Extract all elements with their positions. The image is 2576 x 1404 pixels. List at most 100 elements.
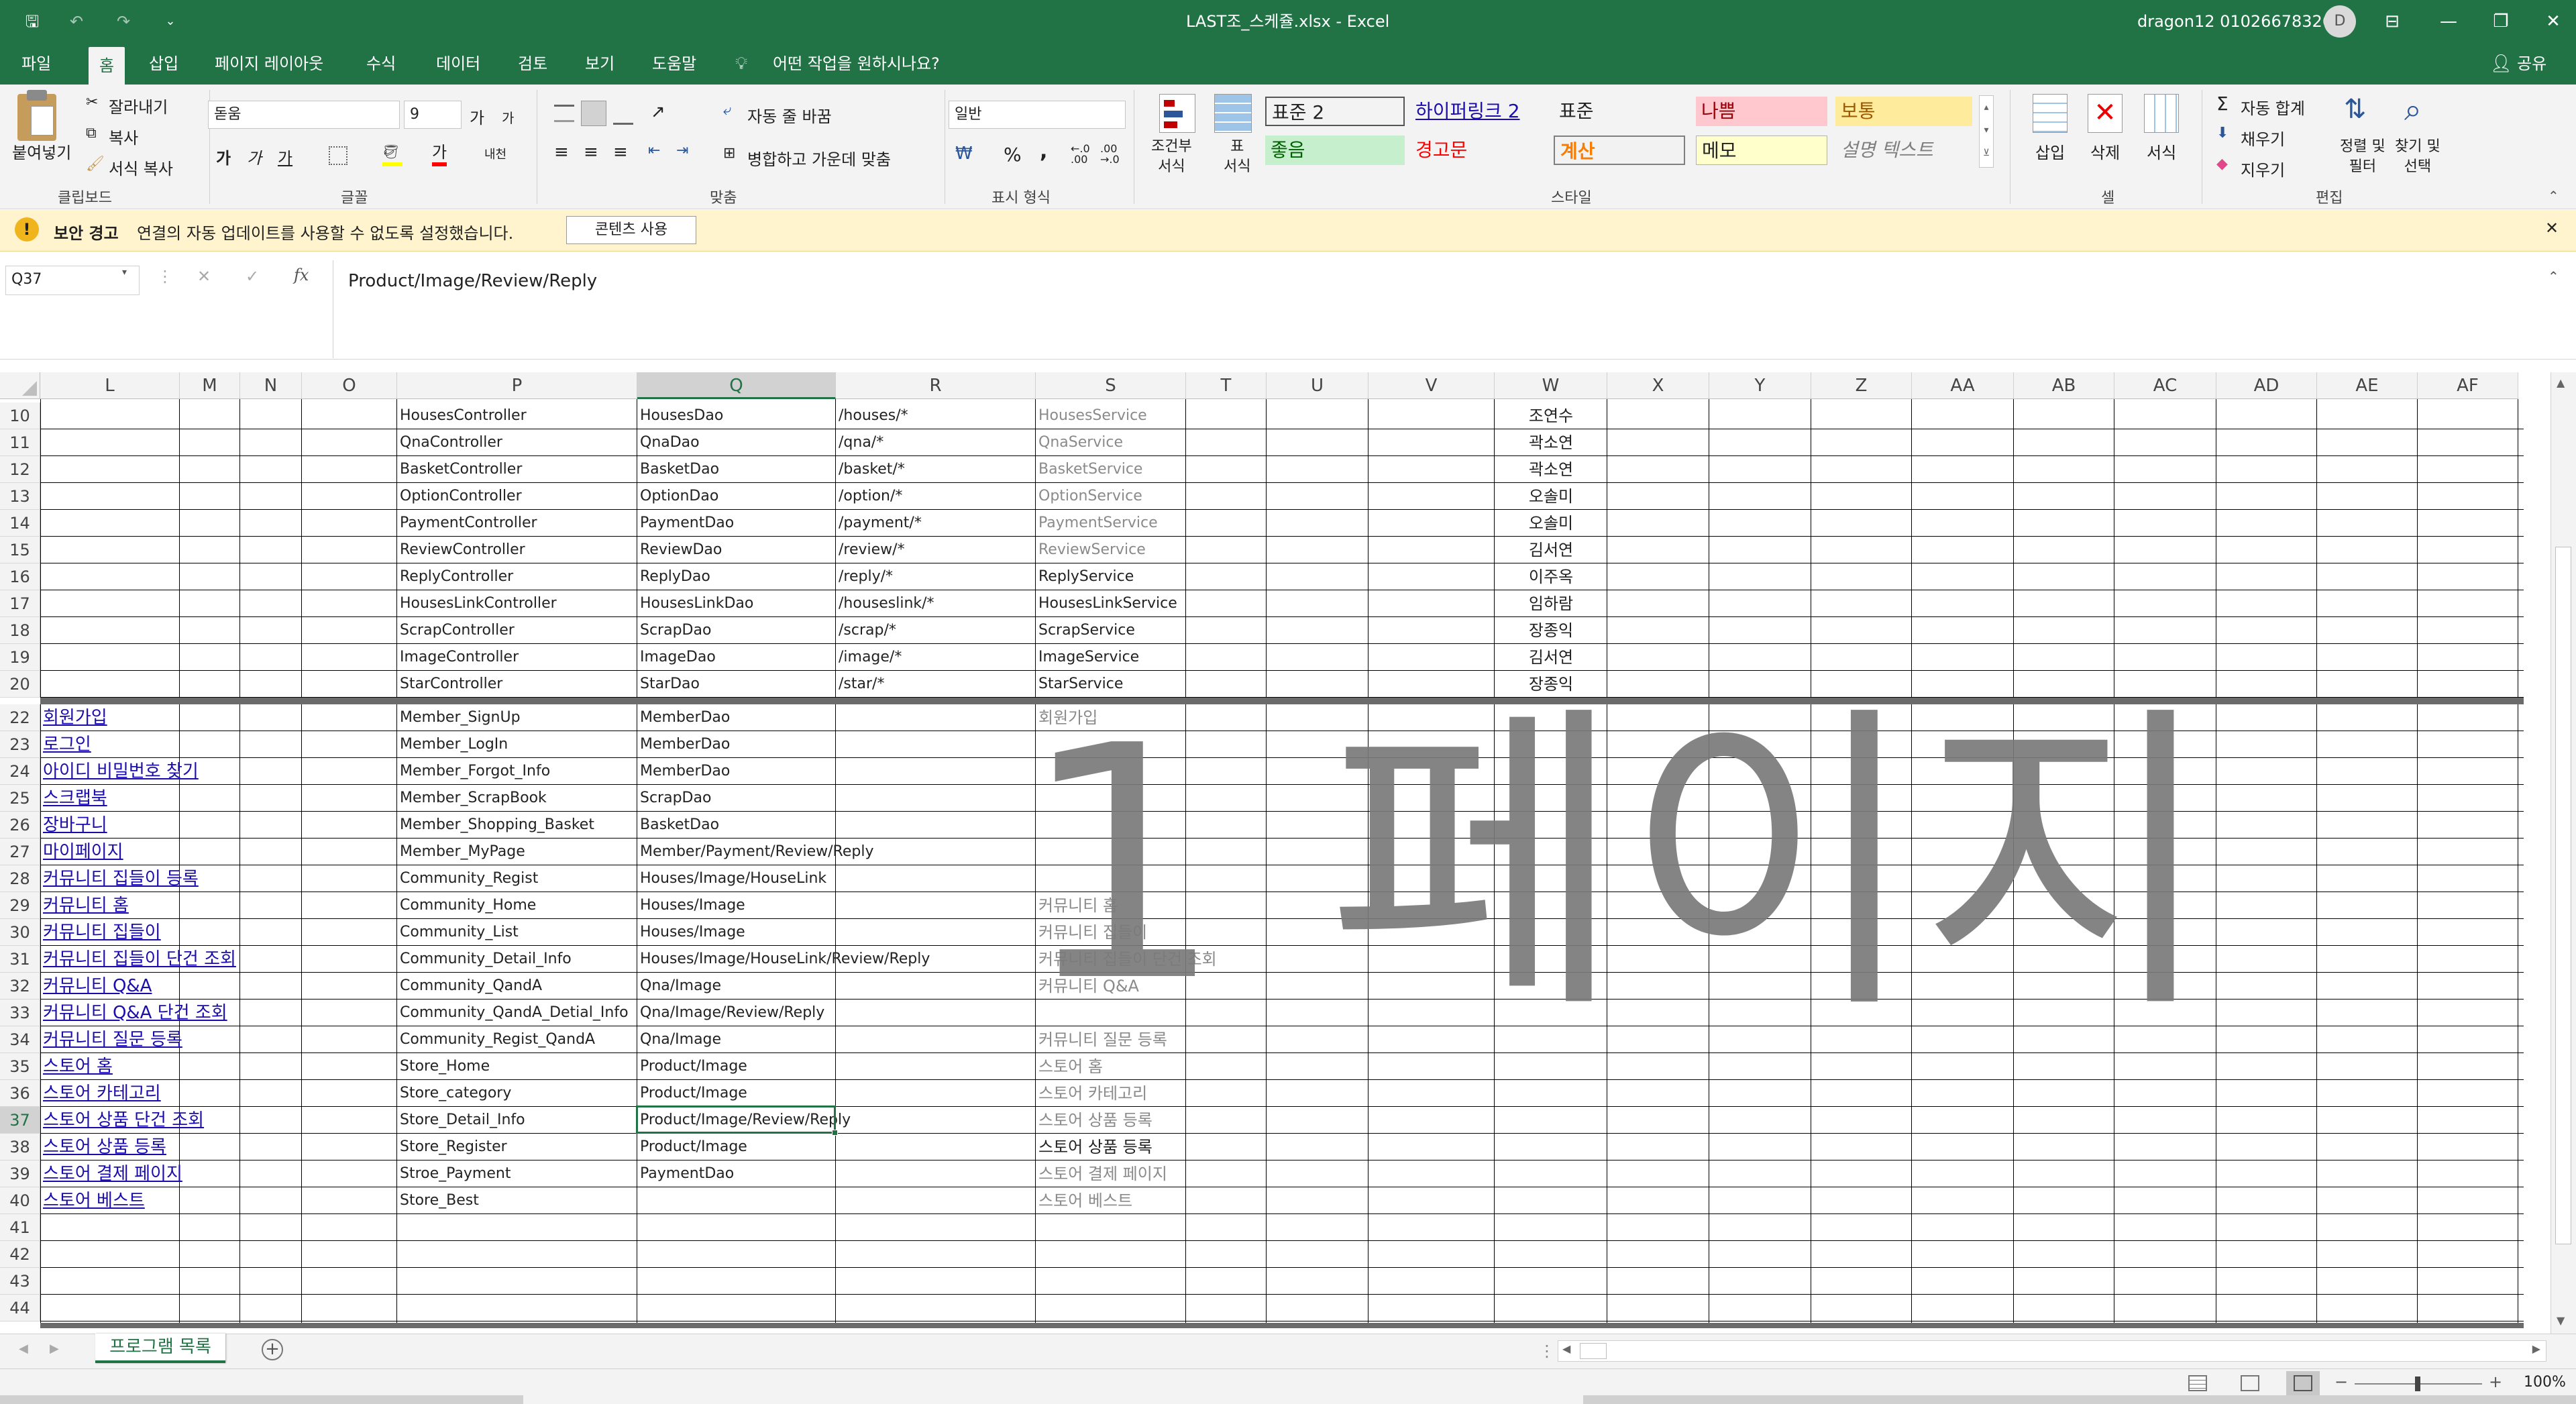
cell-w[interactable]: 김서연: [1497, 644, 1605, 671]
cell-p[interactable]: HousesLinkController: [400, 590, 557, 617]
sheet-tab-program-list[interactable]: 프로그램 목록: [95, 1334, 225, 1363]
cell-p[interactable]: ImageController: [400, 644, 519, 671]
cell-p[interactable]: Community_QandA: [400, 973, 542, 1000]
cell-q[interactable]: Qna/Image: [640, 1026, 721, 1053]
column-header[interactable]: Q: [637, 372, 836, 399]
column-header[interactable]: O: [302, 372, 397, 399]
hyperlink-cell[interactable]: 스토어 홈: [43, 1053, 113, 1080]
user-name[interactable]: dragon12 01026678326: [2137, 0, 2332, 43]
format-table-icon[interactable]: [1214, 94, 1252, 133]
cell-s[interactable]: BasketService: [1038, 456, 1142, 483]
conditional-format-button[interactable]: 조건부 서식: [1151, 137, 1192, 177]
tell-me-search[interactable]: 어떤 작업을 원하시나요?: [762, 43, 951, 85]
cell-p[interactable]: Community_Home: [400, 892, 536, 919]
cell-r[interactable]: /image/*: [839, 644, 902, 671]
format-table-button[interactable]: 표 서식: [1224, 137, 1250, 177]
cell-q[interactable]: PaymentDao: [640, 510, 734, 537]
search-icon[interactable]: ⌕: [2404, 91, 2422, 129]
hyperlink-cell[interactable]: 회원가입: [43, 704, 107, 731]
align-middle-icon[interactable]: [581, 101, 606, 126]
format-cells-button[interactable]: 서식: [2147, 140, 2176, 163]
cell-q[interactable]: Qna/Image: [640, 973, 721, 1000]
cell-q[interactable]: Houses/Image: [640, 919, 745, 946]
format-cells-icon[interactable]: [2144, 94, 2179, 133]
select-all-corner[interactable]: [0, 372, 40, 399]
redo-icon[interactable]: ↷: [111, 9, 136, 34]
merge-center-button[interactable]: 병합하고 가운데 맞춤: [747, 146, 891, 170]
cancel-icon[interactable]: ✕: [197, 267, 211, 286]
font-name-select[interactable]: 돋움: [208, 101, 400, 129]
clear-icon[interactable]: ◆: [2216, 156, 2228, 172]
zoom-level[interactable]: 100%: [2524, 1374, 2566, 1391]
row-header[interactable]: 38: [0, 1134, 40, 1160]
customize-qat-icon[interactable]: ⌄: [158, 9, 182, 34]
enable-content-button[interactable]: 콘텐츠 사용: [566, 216, 696, 244]
cell-s[interactable]: PaymentService: [1038, 510, 1158, 537]
cell-s[interactable]: OptionService: [1038, 483, 1142, 510]
column-header[interactable]: M: [180, 372, 240, 399]
row-header[interactable]: 33: [0, 1000, 40, 1026]
cell-p[interactable]: BasketController: [400, 456, 522, 483]
bold-button[interactable]: 가: [216, 145, 231, 168]
prev-sheet-icon[interactable]: ◀: [19, 1342, 28, 1356]
column-header[interactable]: T: [1186, 372, 1267, 399]
cell-p[interactable]: HousesController: [400, 402, 527, 429]
clear-button[interactable]: 지우기: [2241, 157, 2285, 180]
row-header[interactable]: 18: [0, 617, 40, 644]
style-cell[interactable]: 경고문: [1410, 136, 1548, 165]
row-header[interactable]: 19: [0, 644, 40, 671]
cell-s[interactable]: ImageService: [1038, 644, 1139, 671]
style-cell[interactable]: 하이퍼링크 2: [1410, 97, 1548, 126]
column-header[interactable]: AD: [2216, 372, 2317, 399]
fill-color-icon[interactable]: 🪣︎: [382, 144, 402, 166]
save-icon[interactable]: 🖫: [20, 9, 44, 34]
hyperlink-cell[interactable]: 스토어 결제 페이지: [43, 1160, 182, 1187]
format-painter-button[interactable]: 서식 복사: [109, 156, 173, 179]
hyperlink-cell[interactable]: 아이디 비밀번호 찾기: [43, 758, 199, 785]
row-header[interactable]: 31: [0, 946, 40, 973]
align-bottom-icon[interactable]: [613, 107, 633, 125]
cell-q[interactable]: HousesLinkDao: [640, 590, 753, 617]
hyperlink-cell[interactable]: 스토어 카테고리: [43, 1080, 161, 1107]
cell-r[interactable]: /reply/*: [839, 563, 893, 590]
tab-split-handle[interactable]: ⋮: [1539, 1342, 1555, 1360]
undo-icon[interactable]: ↶: [64, 9, 89, 34]
cell-p[interactable]: Stroe_Payment: [400, 1160, 511, 1187]
name-box[interactable]: Q37: [5, 266, 140, 295]
close-icon[interactable]: ✕: [2520, 0, 2576, 43]
cell-r[interactable]: /scrap/*: [839, 617, 896, 644]
add-sheet-icon[interactable]: +: [262, 1339, 283, 1360]
increase-indent-icon[interactable]: ⇥: [676, 142, 688, 159]
share-button[interactable]: 공유: [2506, 43, 2557, 85]
cell-s[interactable]: ReviewService: [1038, 537, 1146, 563]
style-cell[interactable]: 계산: [1554, 136, 1685, 165]
row-header[interactable]: 32: [0, 973, 40, 1000]
row-header[interactable]: 34: [0, 1026, 40, 1053]
cell-p[interactable]: Store_Register: [400, 1134, 507, 1160]
page-break-view-icon[interactable]: [2286, 1371, 2320, 1395]
enter-icon[interactable]: ✓: [246, 267, 259, 286]
cell-r[interactable]: /star/*: [839, 671, 884, 698]
cell-w[interactable]: 이주옥: [1497, 563, 1605, 590]
cell-q[interactable]: OptionDao: [640, 483, 718, 510]
hyperlink-cell[interactable]: 커뮤니티 홈: [43, 892, 129, 919]
cell-q[interactable]: QnaDao: [640, 429, 700, 456]
row-header[interactable]: 28: [0, 865, 40, 892]
cell-q[interactable]: ReviewDao: [640, 537, 722, 563]
row-header[interactable]: 25: [0, 785, 40, 812]
row-header[interactable]: 11: [0, 429, 40, 456]
cell-p[interactable]: StarController: [400, 671, 502, 698]
next-sheet-icon[interactable]: ▶: [50, 1342, 59, 1356]
row-header[interactable]: 22: [0, 704, 40, 731]
sort-filter-button[interactable]: 정렬 및 필터: [2340, 137, 2385, 177]
cell-p[interactable]: Store_Best: [400, 1187, 479, 1214]
border-icon[interactable]: [329, 146, 347, 165]
cell-s[interactable]: 스토어 홈: [1038, 1053, 1103, 1080]
column-header[interactable]: S: [1036, 372, 1186, 399]
decrease-indent-icon[interactable]: ⇤: [648, 142, 660, 159]
cell-p[interactable]: Member_LogIn: [400, 731, 508, 758]
cell-p[interactable]: Member_MyPage: [400, 839, 525, 865]
column-header[interactable]: Z: [1811, 372, 1912, 399]
cell-q[interactable]: Houses/Image/HouseLink/Review/Reply: [640, 946, 930, 973]
horizontal-scrollbar[interactable]: ◀ ▶: [1558, 1340, 2546, 1362]
